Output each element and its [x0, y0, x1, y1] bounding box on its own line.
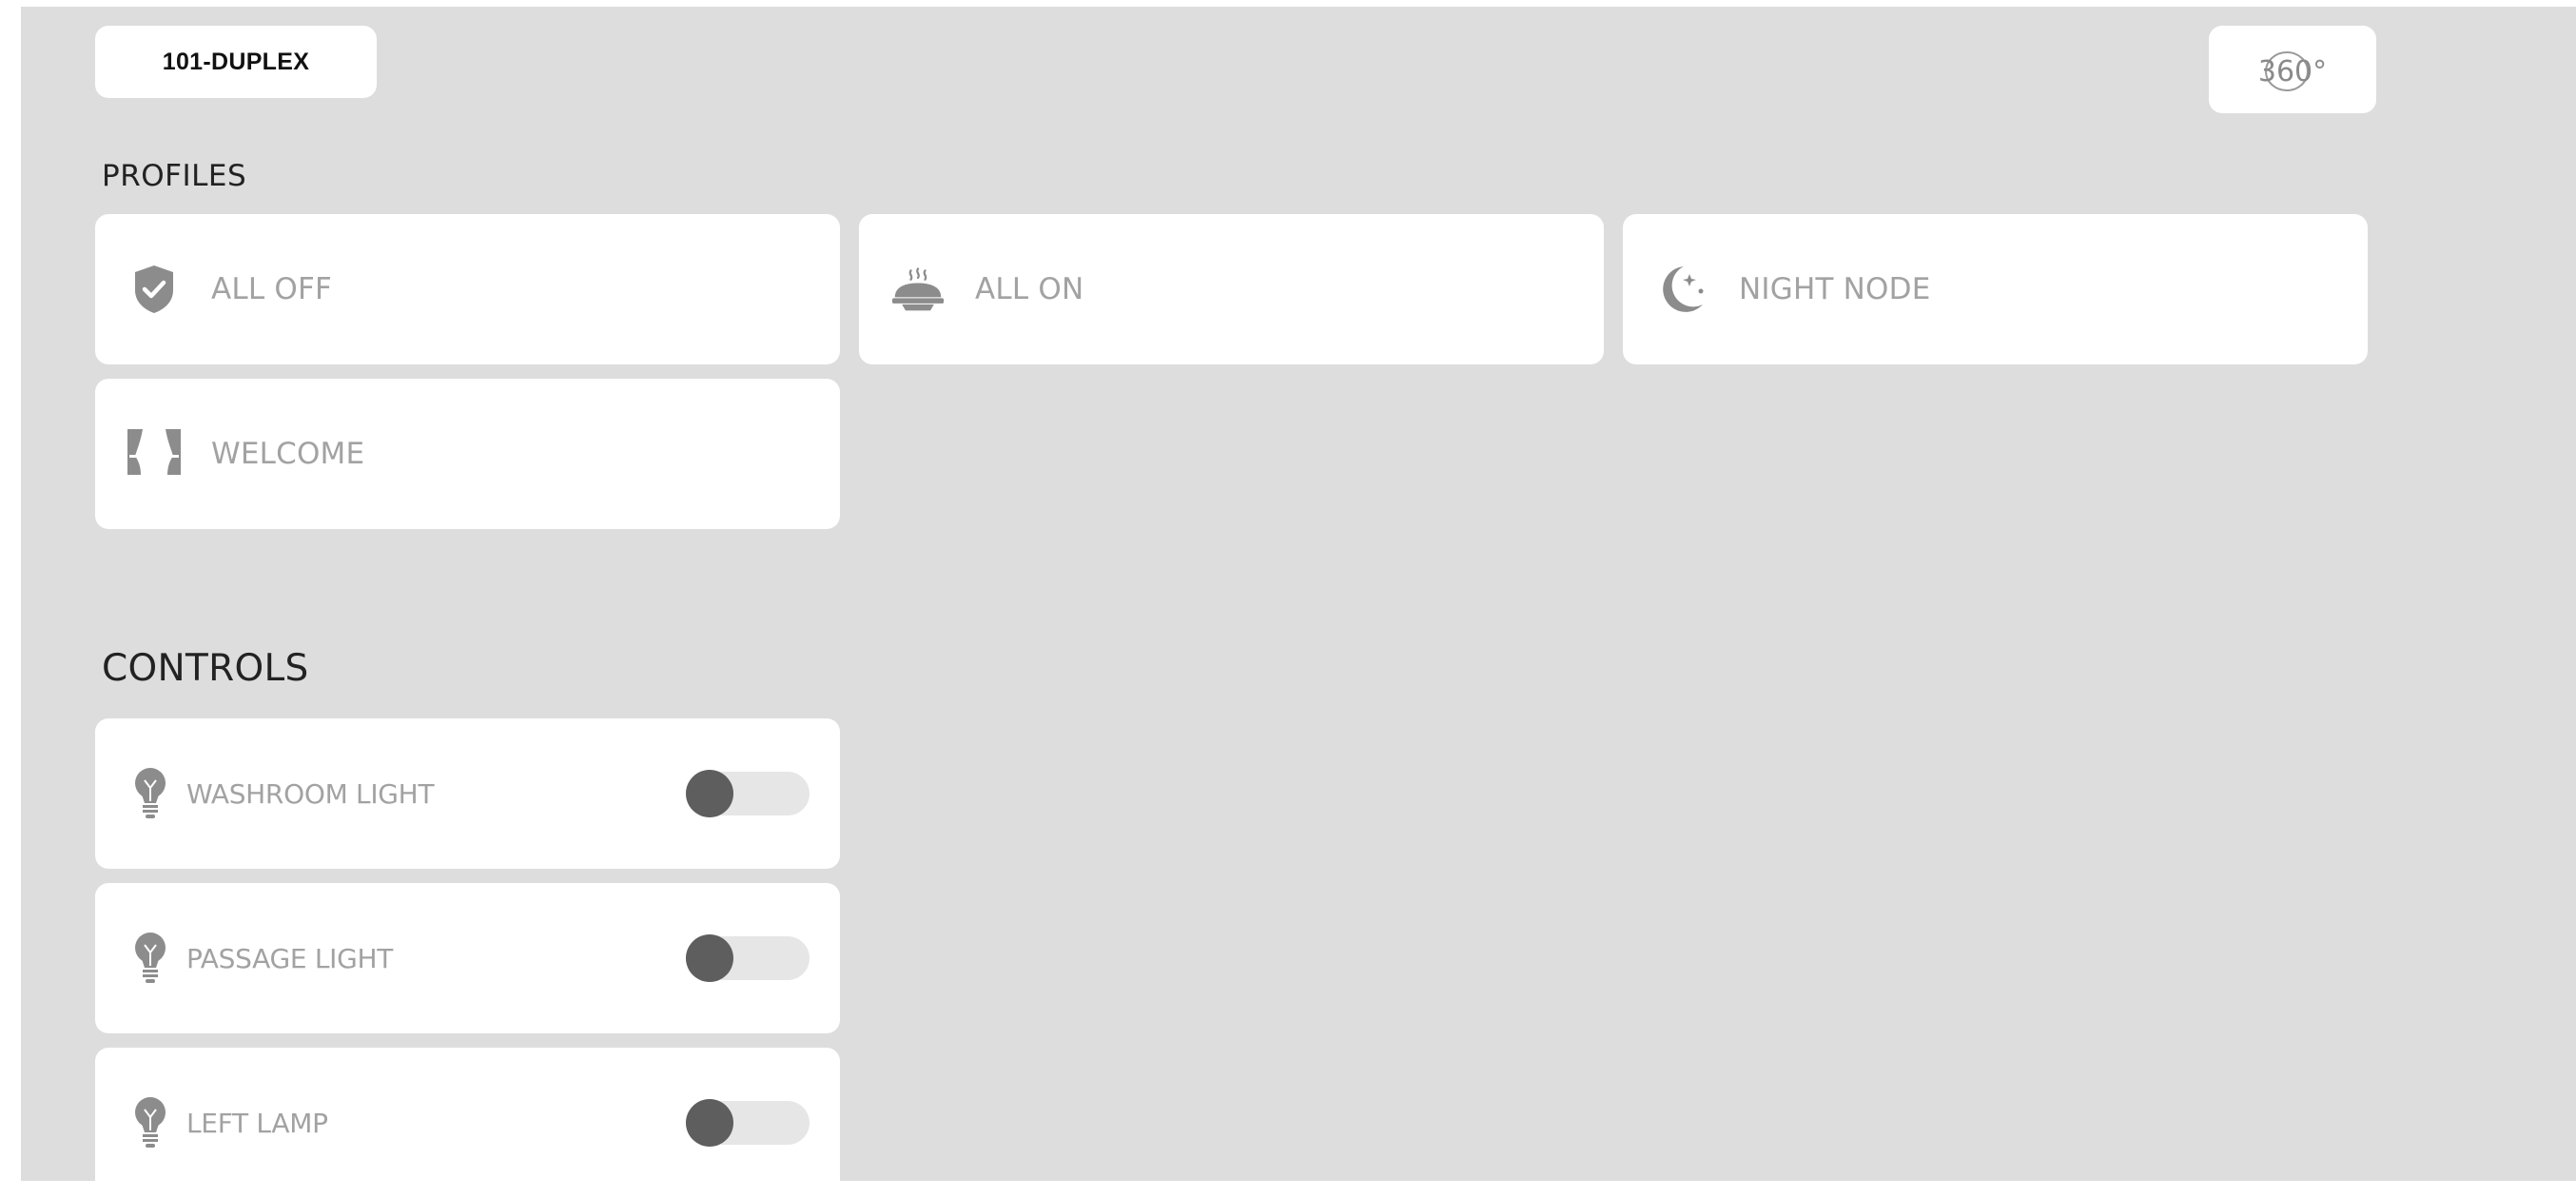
profile-label: ALL ON — [975, 272, 1084, 306]
bulb-icon — [129, 930, 171, 987]
toggle-knob — [686, 934, 733, 982]
toggle-knob — [686, 1099, 733, 1147]
control-left-lamp: LEFT LAMP — [95, 1048, 840, 1198]
profile-welcome[interactable]: WELCOME — [95, 379, 840, 529]
profile-all-off[interactable]: ALL OFF — [95, 214, 840, 364]
moon-icon — [1655, 263, 1708, 316]
view-360-icon: 360° — [2258, 51, 2327, 91]
left-lamp-toggle[interactable] — [686, 1099, 810, 1147]
control-passage-light: PASSAGE LIGHT — [95, 883, 840, 1033]
room-name: 101-DUPLEX — [162, 48, 310, 75]
cloche-icon — [891, 263, 945, 316]
room-selector-button[interactable]: 101-DUPLEX — [95, 26, 377, 98]
profile-all-on[interactable]: ALL ON — [859, 214, 1604, 364]
shield-check-icon — [127, 263, 181, 316]
washroom-light-toggle[interactable] — [686, 770, 810, 817]
svg-text:360°: 360° — [2258, 55, 2327, 88]
profile-label: NIGHT NODE — [1739, 272, 1931, 306]
profiles-heading: PROFILES — [102, 159, 247, 193]
controls-heading: CONTROLS — [102, 647, 309, 690]
profile-label: WELCOME — [211, 437, 365, 471]
passage-light-toggle[interactable] — [686, 934, 810, 982]
view-360-button[interactable]: 360° — [2209, 26, 2376, 113]
control-washroom-light: WASHROOM LIGHT — [95, 718, 840, 869]
curtains-icon — [127, 427, 181, 481]
profile-night-node[interactable]: NIGHT NODE — [1623, 214, 2368, 364]
profile-label: ALL OFF — [211, 272, 333, 306]
app-canvas: 101-DUPLEX 360° PROFILES ALL OFF ALL ON — [21, 7, 2576, 1198]
toggle-knob — [686, 770, 733, 817]
bulb-icon — [129, 1094, 171, 1151]
bulb-icon — [129, 765, 171, 822]
